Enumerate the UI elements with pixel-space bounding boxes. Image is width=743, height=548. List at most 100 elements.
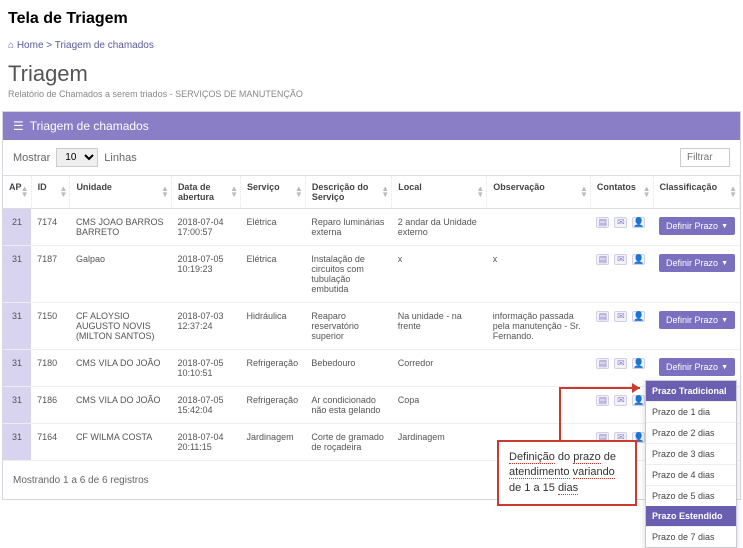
table-row: 317186CMS VILA DO JOÃO2018-07-05 15:42:0… [3, 387, 740, 424]
dropdown-item[interactable]: Prazo de 4 dias [646, 464, 736, 485]
mail-icon[interactable]: ✉ [614, 358, 627, 369]
mail-icon[interactable]: ✉ [614, 395, 627, 406]
col-unidade[interactable]: Unidade▲▼ [70, 176, 172, 209]
cell-servico: Elétrica [241, 246, 306, 303]
filter-input[interactable] [680, 148, 730, 167]
section-title: Triagem de chamados [30, 119, 149, 133]
triage-table: AP▲▼ ID▲▼ Unidade▲▼ Data de abertura▲▼ S… [3, 175, 740, 461]
cell-id: 7186 [31, 387, 70, 424]
person-icon[interactable]: 👤 [632, 217, 645, 228]
cell-unidade: CF ALOYSIO AUGUSTO NOVIS (MILTON SANTOS) [70, 303, 172, 350]
person-icon[interactable]: 👤 [632, 254, 645, 265]
person-icon[interactable]: 👤 [632, 395, 645, 406]
cell-local: Na unidade - na frente [392, 303, 487, 350]
cell-unidade: CMS JOAO BARROS BARRETO [70, 209, 172, 246]
cell-observacao [487, 350, 591, 387]
cell-local: 2 andar da Unidade externo [392, 209, 487, 246]
cell-observacao [487, 209, 591, 246]
col-contatos[interactable]: Contatos▲▼ [590, 176, 653, 209]
page-subtitle: Relatório de Chamados a serem triados - … [0, 87, 743, 111]
dropdown-header-tradicional: Prazo Tradicional [646, 381, 736, 401]
breadcrumb-current[interactable]: Triagem de chamados [55, 40, 154, 51]
cell-descricao: Reaparo reservatório superior [305, 303, 391, 350]
page-title: Triagem [0, 61, 743, 87]
cell-ap: 31 [3, 424, 31, 461]
cell-ap: 31 [3, 387, 31, 424]
col-observacao[interactable]: Observação▲▼ [487, 176, 591, 209]
definir-prazo-button[interactable]: Definir Prazo ▼ [659, 311, 735, 329]
prazo-dropdown: Prazo Tradicional Prazo de 1 diaPrazo de… [645, 380, 737, 548]
mail-icon[interactable]: ✉ [614, 311, 627, 322]
dropdown-item[interactable]: Prazo de 3 dias [646, 443, 736, 464]
cell-id: 7164 [31, 424, 70, 461]
contact-card-icon[interactable]: ▤ [596, 358, 609, 369]
cell-abertura: 2018-07-05 10:10:51 [171, 350, 240, 387]
cell-id: 7187 [31, 246, 70, 303]
cell-ap: 31 [3, 246, 31, 303]
dropdown-item[interactable]: Prazo de 1 dia [646, 401, 736, 422]
cell-servico: Hidráulica [241, 303, 306, 350]
cell-abertura: 2018-07-05 15:42:04 [171, 387, 240, 424]
cell-contatos: ▤ ✉ 👤 [590, 350, 653, 387]
page-size-select[interactable]: 10 [56, 148, 98, 167]
contact-card-icon[interactable]: ▤ [596, 311, 609, 322]
cell-servico: Refrigeração [241, 350, 306, 387]
cell-unidade: CMS VILA DO JOÃO [70, 350, 172, 387]
dropdown-item[interactable]: Prazo de 7 dias [646, 526, 736, 547]
cell-ap: 21 [3, 209, 31, 246]
col-servico[interactable]: Serviço▲▼ [241, 176, 306, 209]
col-descricao[interactable]: Descrição do Serviço▲▼ [305, 176, 391, 209]
cell-local: Jardinagem [392, 424, 487, 461]
table-row: 317180CMS VILA DO JOÃO2018-07-05 10:10:5… [3, 350, 740, 387]
col-abertura[interactable]: Data de abertura▲▼ [171, 176, 240, 209]
col-ap[interactable]: AP▲▼ [3, 176, 31, 209]
cell-id: 7174 [31, 209, 70, 246]
cell-unidade: CF WILMA COSTA [70, 424, 172, 461]
cell-descricao: Ar condicionado não esta gelando [305, 387, 391, 424]
chevron-down-icon: ▼ [721, 260, 728, 267]
table-row: 217174CMS JOAO BARROS BARRETO2018-07-04 … [3, 209, 740, 246]
cell-local: Corredor [392, 350, 487, 387]
cell-local: Copa [392, 387, 487, 424]
cell-classificacao: Definir Prazo ▼ [653, 303, 739, 350]
cell-descricao: Corte de gramado de roçadeira [305, 424, 391, 461]
cell-descricao: Reparo luminárias externa [305, 209, 391, 246]
contact-card-icon[interactable]: ▤ [596, 254, 609, 265]
definir-prazo-button[interactable]: Definir Prazo ▼ [659, 358, 735, 376]
col-local[interactable]: Local▲▼ [392, 176, 487, 209]
mail-icon[interactable]: ✉ [614, 254, 627, 265]
chevron-down-icon: ▼ [721, 223, 728, 230]
contact-card-icon[interactable]: ▤ [596, 217, 609, 228]
cell-unidade: CMS VILA DO JOÃO [70, 387, 172, 424]
list-icon: ☰ [13, 119, 24, 133]
mail-icon[interactable]: ✉ [614, 217, 627, 228]
col-classificacao[interactable]: Classificação▲▼ [653, 176, 739, 209]
cell-local: x [392, 246, 487, 303]
home-icon: ⌂ [8, 40, 14, 51]
cell-classificacao: Definir Prazo ▼ [653, 246, 739, 303]
annotation-callout: Definição do prazo de atendimento varian… [497, 440, 637, 506]
chevron-down-icon: ▼ [721, 364, 728, 371]
contact-card-icon[interactable]: ▤ [596, 395, 609, 406]
cell-abertura: 2018-07-05 10:19:23 [171, 246, 240, 303]
dropdown-item[interactable]: Prazo de 5 dias [646, 485, 736, 506]
cell-contatos: ▤ ✉ 👤 [590, 246, 653, 303]
person-icon[interactable]: 👤 [632, 358, 645, 369]
table-info: Mostrando 1 a 6 de 6 registros [13, 475, 149, 486]
col-id[interactable]: ID▲▼ [31, 176, 70, 209]
cell-servico: Jardinagem [241, 424, 306, 461]
chevron-down-icon: ▼ [721, 317, 728, 324]
dropdown-item[interactable]: Prazo de 2 dias [646, 422, 736, 443]
cell-contatos: ▤ ✉ 👤 [590, 209, 653, 246]
definir-prazo-button[interactable]: Definir Prazo ▼ [659, 254, 735, 272]
dropdown-header-estendido: Prazo Estendido [646, 506, 736, 526]
breadcrumb-home[interactable]: Home [17, 40, 44, 51]
cell-descricao: Instalação de circuitos com tubulação em… [305, 246, 391, 303]
section-header: ☰ Triagem de chamados [3, 112, 740, 140]
cell-abertura: 2018-07-04 17:00:57 [171, 209, 240, 246]
definir-prazo-button[interactable]: Definir Prazo ▼ [659, 217, 735, 235]
person-icon[interactable]: 👤 [632, 311, 645, 322]
cell-observacao [487, 387, 591, 424]
table-row: 317187Galpao2018-07-05 10:19:23ElétricaI… [3, 246, 740, 303]
cell-ap: 31 [3, 350, 31, 387]
